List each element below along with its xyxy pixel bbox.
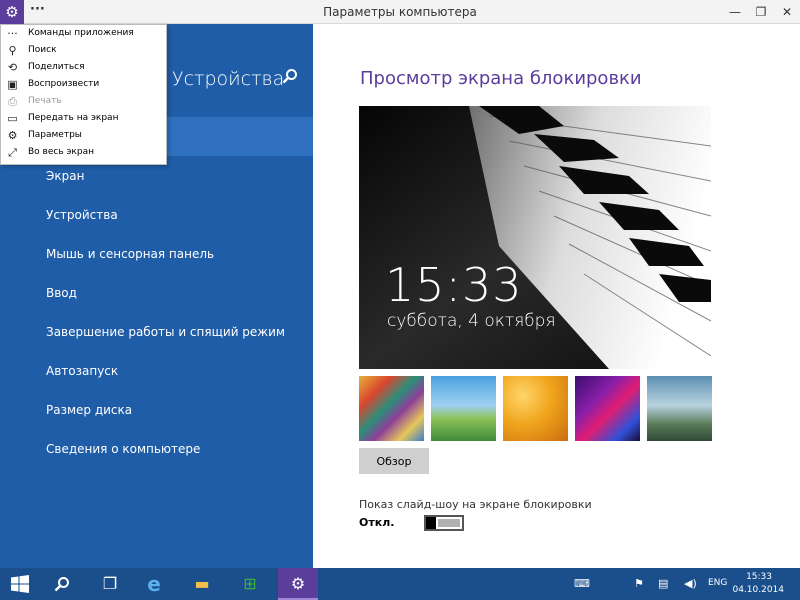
taskbar-search-button[interactable] (42, 568, 82, 600)
menu-item-label: Поделиться (28, 62, 85, 72)
print-icon: ⎙ (8, 95, 17, 108)
menu-item-settings[interactable]: ⚙ Параметры (1, 127, 166, 144)
more-dots-icon: ··· (7, 27, 18, 40)
search-icon[interactable] (282, 68, 300, 86)
sidebar-item-power-sleep[interactable]: Завершение работы и спящий режим (0, 313, 313, 352)
lock-screen-time: 15:33 (385, 258, 523, 312)
fullscreen-icon: ⤢ (8, 146, 17, 159)
browse-button[interactable]: Обзор (359, 448, 429, 474)
clock-time[interactable]: 15:33 (746, 572, 772, 582)
sidebar-item-pc-info[interactable]: Сведения о компьютере (0, 430, 313, 469)
share-icon: ⟲ (7, 61, 18, 74)
sidebar-item-typing[interactable]: Ввод (0, 274, 313, 313)
sidebar-item-autoplay[interactable]: Автозапуск (0, 352, 313, 391)
menu-item-label: Параметры (28, 130, 82, 140)
volume-icon[interactable]: ◀) (684, 577, 697, 590)
sidebar-item-devices[interactable]: Устройства (0, 196, 313, 235)
taskbar: ❐ e ▬ ⊞ ⚙ ⌨ ⚑ ▤ ◀) ENG 15:33 04.10.2014 (0, 568, 800, 600)
sidebar-title: Устройства (172, 68, 285, 90)
close-button[interactable]: ✕ (774, 2, 800, 22)
action-center-flag-icon[interactable]: ⚑ (634, 577, 644, 590)
sidebar-item-disk-space[interactable]: Размер диска (0, 391, 313, 430)
thumbnail-honeycomb[interactable] (503, 376, 568, 441)
network-icon[interactable]: ▤ (658, 577, 668, 590)
thumbnail-space-needle[interactable] (431, 376, 496, 441)
window-title: Параметры компьютера (323, 5, 477, 19)
sidebar-nav: Экран Устройства Мышь и сенсорная панель… (0, 157, 313, 469)
start-button[interactable] (0, 568, 40, 600)
app-commands-button[interactable]: ··· (30, 2, 45, 17)
gear-icon: ⚙ (7, 129, 18, 142)
minimize-button[interactable]: — (722, 2, 748, 22)
menu-item-app-commands[interactable]: ··· Команды приложения (1, 25, 166, 42)
toggle-track (438, 519, 460, 527)
settings-taskbar-button[interactable]: ⚙ (278, 568, 318, 600)
language-indicator[interactable]: ENG (708, 578, 727, 588)
app-commands-menu: ··· Команды приложения ⚲ Поиск ⟲ Поделит… (0, 24, 167, 165)
lock-screen-date: суббота, 4 октября (387, 311, 556, 331)
file-explorer-icon[interactable]: ▬ (182, 568, 222, 600)
restore-button[interactable]: ❐ (748, 2, 774, 22)
slideshow-toggle-state: Откл. (359, 516, 395, 529)
menu-item-label: Поиск (28, 45, 57, 55)
menu-item-fullscreen[interactable]: ⤢ Во весь экран (1, 144, 166, 161)
internet-explorer-icon[interactable]: e (134, 568, 174, 600)
task-view-button[interactable]: ❐ (90, 568, 130, 600)
menu-item-label: Печать (28, 96, 62, 106)
menu-item-label: Команды приложения (28, 28, 134, 38)
lock-screen-preview: 15:33 суббота, 4 октября (359, 106, 711, 369)
search-icon (54, 577, 69, 592)
menu-item-play[interactable]: ▣ Воспроизвести (1, 76, 166, 93)
windows-logo-icon (11, 575, 29, 593)
menu-item-project[interactable]: ▭ Передать на экран (1, 110, 166, 127)
slideshow-toggle[interactable] (424, 515, 464, 531)
settings-app-icon[interactable]: ⚙ (0, 0, 24, 24)
menu-item-search[interactable]: ⚲ Поиск (1, 42, 166, 59)
menu-item-share[interactable]: ⟲ Поделиться (1, 59, 166, 76)
store-icon[interactable]: ⊞ (230, 568, 270, 600)
sidebar-item-mouse-touchpad[interactable]: Мышь и сенсорная панель (0, 235, 313, 274)
menu-item-print: ⎙ Печать (1, 93, 166, 110)
search-icon: ⚲ (8, 44, 17, 57)
thumbnail-abstract-purple[interactable] (575, 376, 640, 441)
thumbnail-greenhouse[interactable] (647, 376, 712, 441)
touch-keyboard-icon[interactable]: ⌨ (574, 577, 590, 590)
main-content: Просмотр экрана блокировки 15:33 суббота… (313, 24, 800, 568)
play-icon: ▣ (7, 78, 18, 91)
thumbnail-colorful-stripes[interactable] (359, 376, 424, 441)
clock-date[interactable]: 04.10.2014 (732, 585, 784, 595)
project-icon: ▭ (7, 112, 18, 125)
page-title: Просмотр экрана блокировки (360, 68, 642, 89)
slideshow-label: Показ слайд-шоу на экране блокировки (359, 498, 592, 511)
menu-item-label: Во весь экран (28, 147, 94, 157)
menu-item-label: Воспроизвести (28, 79, 100, 89)
toggle-knob (426, 517, 436, 529)
menu-item-label: Передать на экран (28, 113, 119, 123)
recent-images (359, 376, 713, 442)
title-bar: ⚙ ··· Параметры компьютера — ❐ ✕ (0, 0, 800, 24)
